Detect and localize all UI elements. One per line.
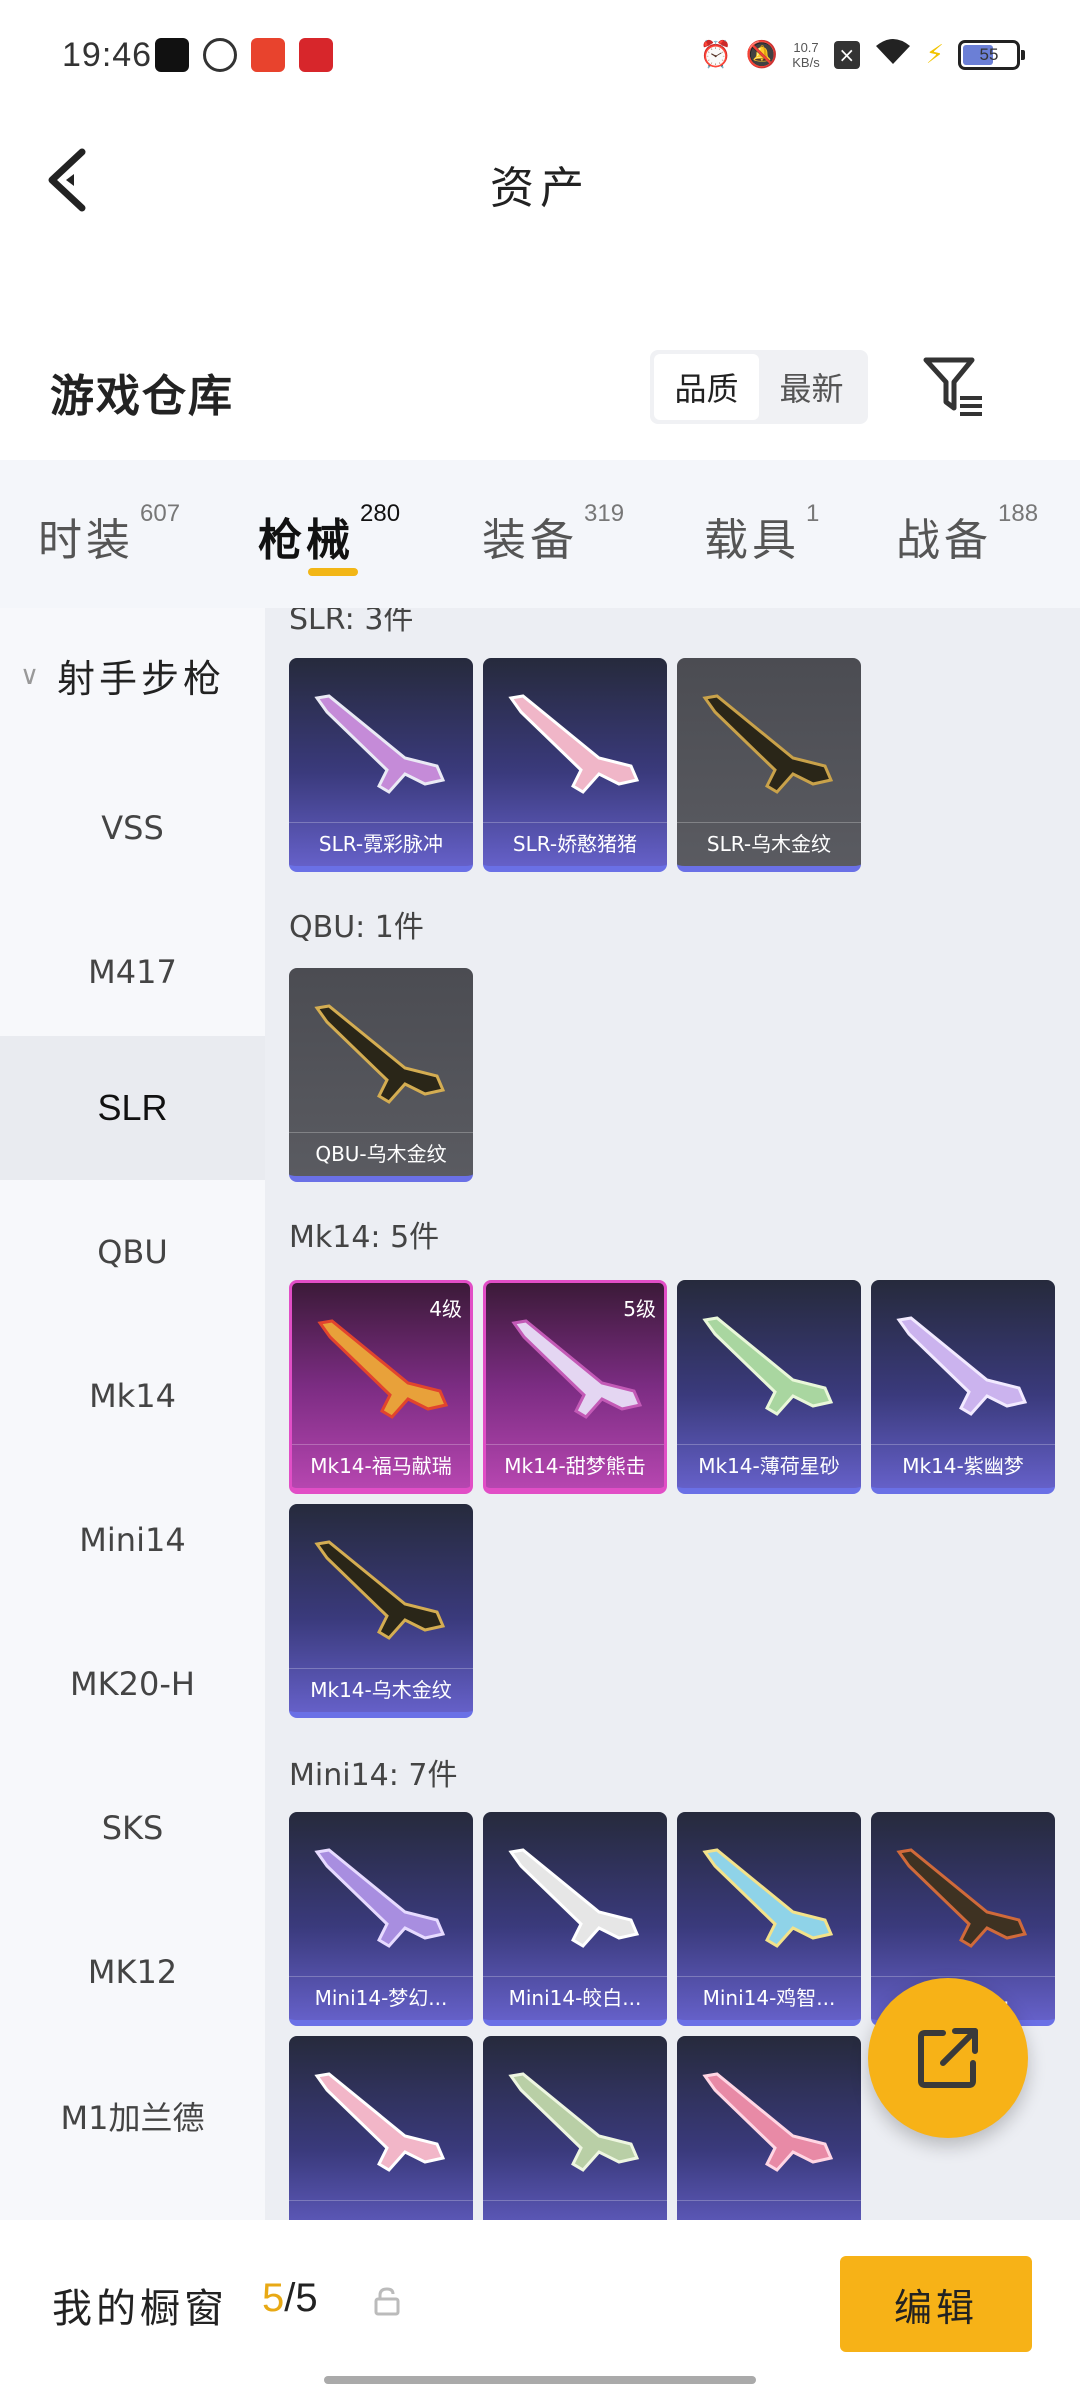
share-fab-button[interactable] — [868, 1978, 1028, 2138]
rifle-icon — [317, 1319, 449, 1419]
rifle-icon — [314, 1004, 446, 1104]
skin-level: 4级 — [429, 1297, 462, 1321]
rifle-icon — [314, 1540, 446, 1640]
skin-card[interactable]: Mini14-皎白... — [483, 1812, 667, 2026]
skin-card[interactable]: Mini14-梦幻... — [289, 1812, 473, 2026]
skin-card[interactable]: SLR-乌木金纹 — [677, 658, 861, 872]
skin-card[interactable]: QBU-乌木金纹 — [289, 968, 473, 1182]
sidebar-category-dmr[interactable]: ∨ 射手步枪 — [20, 648, 225, 703]
status-time: 19:46 — [62, 36, 153, 74]
skin-card[interactable]: SLR-娇憨猪猪 — [483, 658, 667, 872]
shopping-app-icon — [251, 38, 285, 72]
sort-toggle: 品质 最新 — [650, 350, 868, 424]
sidebar-item-slr[interactable]: SLR — [0, 1036, 265, 1180]
sidebar-item-mk12[interactable]: MK12 — [0, 1900, 265, 2044]
sidebar-item-mk20h[interactable]: MK20-H — [0, 1612, 265, 1756]
rifle-icon — [896, 1848, 1028, 1948]
close-notification-icon: × — [833, 40, 860, 69]
rifle-icon — [702, 2072, 834, 2172]
skin-card[interactable]: SLR-霓彩脉冲 — [289, 658, 473, 872]
browser-app-icon — [203, 38, 237, 72]
battery-icon: 55 — [958, 39, 1025, 70]
chevron-down-icon: ∨ — [20, 660, 44, 691]
sidebar-item-mk14[interactable]: Mk14 — [0, 1324, 265, 1468]
skin-card[interactable]: 4级 Mk14-福马献瑞 — [289, 1280, 473, 1494]
filter-icon — [923, 357, 982, 416]
active-tab-indicator — [308, 568, 358, 576]
skin-card[interactable]: 5级 Mk14-甜梦熊击 — [483, 1280, 667, 1494]
external-link-icon — [918, 2028, 978, 2088]
group-label-slr: SLR: 3件 — [289, 608, 414, 637]
alarm-icon: ⏰ — [699, 39, 732, 70]
skin-card[interactable]: Mk14-乌木金纹 — [289, 1504, 473, 1718]
rifle-icon — [314, 694, 446, 794]
tab-guns[interactable]: 枪械 280 — [258, 500, 400, 568]
skin-card[interactable] — [677, 2036, 861, 2220]
rifle-icon — [314, 2072, 446, 2172]
skin-card[interactable]: Mini14-鸡智... — [677, 1812, 861, 2026]
page-title: 资产 — [490, 163, 590, 214]
category-tabs: 时装 607 枪械 280 装备 319 载具 1 战备 188 — [0, 460, 1080, 608]
rifle-icon — [508, 694, 640, 794]
sidebar-item-vss[interactable]: VSS — [0, 756, 265, 900]
skin-card[interactable]: Mk14-紫幽梦 — [871, 1280, 1055, 1494]
rifle-icon — [508, 1848, 640, 1948]
rifle-icon — [314, 1848, 446, 1948]
sidebar-item-m1-garand[interactable]: M1加兰德 — [0, 2044, 265, 2188]
tab-gear[interactable]: 装备 319 — [482, 500, 624, 568]
wifi-icon — [874, 36, 912, 73]
net-speed: 10.7 KB/s — [792, 39, 820, 70]
notification-icons — [155, 38, 333, 72]
sidebar-item-sks[interactable]: SKS — [0, 1756, 265, 1900]
edit-button[interactable]: 编辑 — [840, 2256, 1032, 2352]
mute-icon: 🔕 — [745, 39, 779, 70]
sidebar-item-mini14[interactable]: Mini14 — [0, 1468, 265, 1612]
news-app-icon — [299, 38, 333, 72]
music-app-icon — [155, 38, 189, 72]
rifle-icon — [511, 1319, 643, 1419]
section-title: 游戏仓库 — [50, 371, 234, 422]
sidebar-item-m417[interactable]: M417 — [0, 900, 265, 1044]
group-label-mini14: Mini14: 7件 — [289, 1758, 458, 1793]
skin-card[interactable]: Mk14-薄荷星砂 — [677, 1280, 861, 1494]
sort-newest-button[interactable]: 最新 — [759, 354, 864, 420]
tab-vehicles[interactable]: 载具 1 — [704, 500, 819, 568]
weapon-sidebar: ∨ 射手步枪 VSS M417 SLR QBU Mk14 Mini14 MK20… — [0, 608, 265, 2220]
home-indicator[interactable] — [324, 2376, 756, 2384]
lock-icon — [374, 2287, 400, 2316]
skin-card[interactable] — [289, 2036, 473, 2220]
sidebar-item-qbu[interactable]: QBU — [0, 1180, 265, 1324]
sort-quality-button[interactable]: 品质 — [654, 354, 759, 420]
tab-outfits[interactable]: 时装 607 — [38, 500, 180, 568]
group-label-qbu: QBU: 1件 — [289, 910, 424, 945]
system-icons: ⏰ 🔕 10.7 KB/s × ⚡ 55 — [699, 36, 1025, 73]
status-bar: 19:46 ⏰ 🔕 10.7 KB/s × ⚡ 55 — [0, 0, 1080, 110]
rifle-icon — [702, 1848, 834, 1948]
rifle-icon — [702, 1316, 834, 1416]
group-label-mk14: Mk14: 5件 — [289, 1220, 440, 1255]
showcase-bar: 我的橱窗 5/5 编辑 — [0, 2220, 1080, 2388]
skin-level: 5级 — [623, 1297, 656, 1321]
showcase-count: 5/5 — [262, 2276, 318, 2320]
rifle-icon — [896, 1316, 1028, 1416]
skin-card[interactable] — [483, 2036, 667, 2220]
rifle-icon — [702, 694, 834, 794]
filter-button[interactable] — [920, 352, 988, 420]
showcase-label: 我的橱窗 — [52, 2286, 228, 2332]
charging-icon: ⚡ — [925, 39, 944, 70]
rifle-icon — [508, 2072, 640, 2172]
tab-supplies[interactable]: 战备 188 — [896, 500, 1038, 568]
